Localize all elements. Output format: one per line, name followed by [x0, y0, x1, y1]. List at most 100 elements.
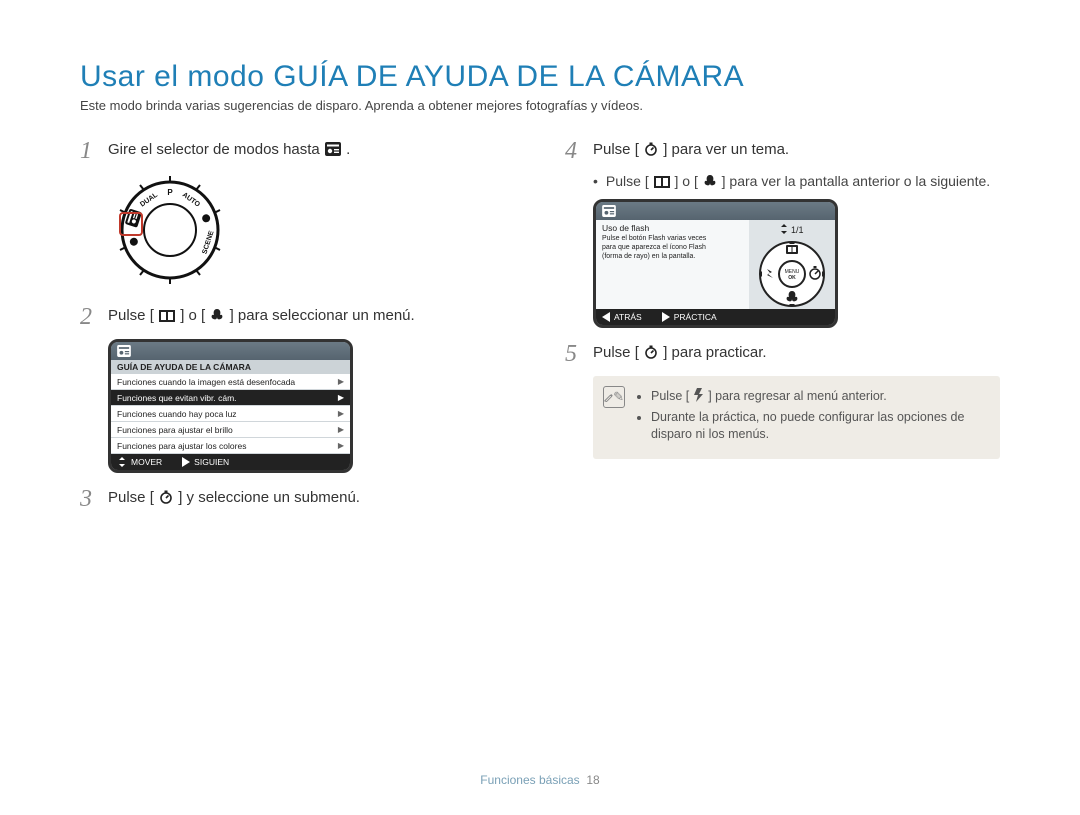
timer-icon — [159, 490, 173, 504]
footer-siguien: SIGUIEN — [182, 457, 229, 467]
note-bullet-2: Durante la práctica, no puede configurar… — [651, 409, 988, 443]
svg-text:P: P — [167, 188, 173, 197]
updown-icon — [117, 457, 127, 467]
screen-header — [596, 202, 835, 220]
step-2: 2 Pulse [ ] o [ ] para seleccionar un me… — [80, 305, 515, 329]
footer-page: 18 — [586, 773, 599, 787]
svg-text:OK: OK — [788, 275, 796, 281]
step-text: Gire el selector de modos hasta . — [108, 139, 350, 160]
page-counter-text: 1/1 — [791, 225, 804, 235]
step-text-a: Pulse [ — [108, 489, 154, 506]
menu-row: Funciones para ajustar el brillo ▶ — [111, 422, 350, 438]
display-icon — [654, 176, 670, 188]
step-text: Pulse [ ] para practicar. — [593, 342, 767, 363]
right-icon — [662, 312, 670, 322]
step-1: 1 Gire el selector de modos hasta . — [80, 139, 515, 163]
screen-menu-rows: Funciones cuando la imagen está desenfoc… — [111, 374, 350, 454]
footer-right-label: SIGUIEN — [194, 457, 229, 467]
chevron-right-icon: ▶ — [338, 393, 344, 402]
screen-detail-left: Uso de flash Pulse el botón Flash varias… — [596, 220, 749, 309]
step-number: 3 — [80, 487, 98, 511]
step-text-a: Gire el selector de modos hasta — [108, 141, 324, 158]
step-text-b: ] para practicar. — [663, 344, 766, 361]
menu-row: Funciones que evitan vibr. cám. ▶ — [111, 390, 350, 406]
guide-mode-icon — [325, 142, 341, 156]
camera-screen-detail: Uso de flash Pulse el botón Flash varias… — [593, 199, 838, 328]
screen-header — [111, 342, 350, 360]
screen-footer: MOVER SIGUIEN — [111, 454, 350, 470]
macro-icon — [210, 308, 224, 322]
bullet-b: ] para ver la pantalla anterior o la sig… — [722, 173, 991, 189]
mode-dial-illustration: P AUTO DUAL SCENE — [108, 175, 515, 285]
screen-footer: ATRÁS PRÁCTICA — [596, 309, 835, 325]
menu-row-label: Funciones que evitan vibr. cám. — [117, 393, 237, 403]
chevron-right-icon: ▶ — [338, 441, 344, 450]
footer-mover: MOVER — [117, 457, 162, 467]
page-counter: 1/1 — [780, 224, 803, 235]
note-text-a: Pulse [ — [651, 389, 689, 403]
step-text-b: ] para seleccionar un menú. — [230, 307, 415, 324]
macro-icon — [703, 174, 717, 188]
footer-left-label: ATRÁS — [614, 312, 642, 322]
footer-right-label: PRÁCTICA — [674, 312, 717, 322]
bullet-dot: • — [593, 173, 598, 189]
step-number: 1 — [80, 139, 98, 163]
updown-icon — [780, 224, 788, 234]
right-column: 4 Pulse [ ] para ver un tema. • Pulse [ … — [565, 139, 1000, 521]
menu-row: Funciones para ajustar los colores ▶ — [111, 438, 350, 454]
step-5: 5 Pulse [ ] para practicar. — [565, 342, 1000, 366]
chevron-right-icon: ▶ — [338, 377, 344, 386]
footer-atras: ATRÁS — [602, 312, 642, 322]
step-text-b: ] y seleccione un submenú. — [178, 489, 360, 506]
note-icon: ✎ — [603, 386, 625, 408]
step-4-bullet: • Pulse [ ] o [ ] para ver la pantalla a… — [593, 173, 1000, 189]
note-text-b: ] para regresar al menú anterior. — [708, 389, 887, 403]
detail-title: Uso de flash — [596, 220, 749, 234]
left-icon — [602, 312, 610, 322]
bullet-text: Pulse [ ] o [ ] para ver la pantalla ant… — [606, 173, 990, 189]
detail-desc: Pulse el botón Flash varias veces para q… — [596, 234, 749, 267]
chevron-right-icon: ▶ — [338, 425, 344, 434]
flash-icon — [694, 388, 704, 402]
step-text-b: . — [346, 141, 350, 158]
right-icon — [182, 457, 190, 467]
camera-screen-menu: GUÍA DE AYUDA DE LA CÁMARA Funciones cua… — [108, 339, 353, 473]
page-footer: Funciones básicas 18 — [0, 773, 1080, 787]
step-text: Pulse [ ] o [ ] para seleccionar un menú… — [108, 305, 415, 326]
left-column: 1 Gire el selector de modos hasta . — [80, 139, 515, 521]
step-text-a: Pulse [ — [593, 344, 639, 361]
step-3: 3 Pulse [ ] y seleccione un submenú. — [80, 487, 515, 511]
page-title: Usar el modo GUÍA DE AYUDA DE LA CÁMARA — [80, 60, 1000, 94]
step-text: Pulse [ ] para ver un tema. — [593, 139, 789, 160]
menu-row-label: Funciones para ajustar los colores — [117, 441, 246, 451]
step-text-a: Pulse [ — [108, 307, 154, 324]
screen-detail-right: 1/1 MENU OK — [749, 220, 835, 309]
step-text-a: Pulse [ — [593, 141, 639, 158]
timer-icon — [644, 142, 658, 156]
step-text-b: ] para ver un tema. — [663, 141, 789, 158]
bullet-mid: ] o [ — [675, 173, 698, 189]
step-4: 4 Pulse [ ] para ver un tema. — [565, 139, 1000, 163]
bullet-a: Pulse [ — [606, 173, 649, 189]
note-bullet-1: Pulse [ ] para regresar al menú anterior… — [651, 388, 988, 405]
step-text: Pulse [ ] y seleccione un submenú. — [108, 487, 360, 508]
timer-icon — [644, 345, 658, 359]
menu-row-label: Funciones cuando la imagen está desenfoc… — [117, 377, 295, 387]
step-text-mid: ] o [ — [180, 307, 205, 324]
two-column-layout: 1 Gire el selector de modos hasta . — [80, 139, 1000, 521]
detail-line: (forma de rayo) en la pantalla. — [602, 252, 743, 261]
chevron-right-icon: ▶ — [338, 409, 344, 418]
guide-mode-icon — [117, 345, 131, 357]
menu-row: Funciones cuando hay poca luz ▶ — [111, 406, 350, 422]
menu-row: Funciones cuando la imagen está desenfoc… — [111, 374, 350, 390]
footer-practica: PRÁCTICA — [662, 312, 717, 322]
footer-section: Funciones básicas — [480, 773, 579, 787]
step-number: 2 — [80, 305, 98, 329]
menu-row-label: Funciones cuando hay poca luz — [117, 409, 237, 419]
manual-page: Usar el modo GUÍA DE AYUDA DE LA CÁMARA … — [0, 0, 1080, 815]
footer-left-label: MOVER — [131, 457, 162, 467]
display-icon — [159, 310, 175, 322]
screen-menu-title: GUÍA DE AYUDA DE LA CÁMARA — [111, 360, 350, 374]
detail-line: para que aparezca el ícono Flash — [602, 243, 743, 252]
menu-row-label: Funciones para ajustar el brillo — [117, 425, 233, 435]
